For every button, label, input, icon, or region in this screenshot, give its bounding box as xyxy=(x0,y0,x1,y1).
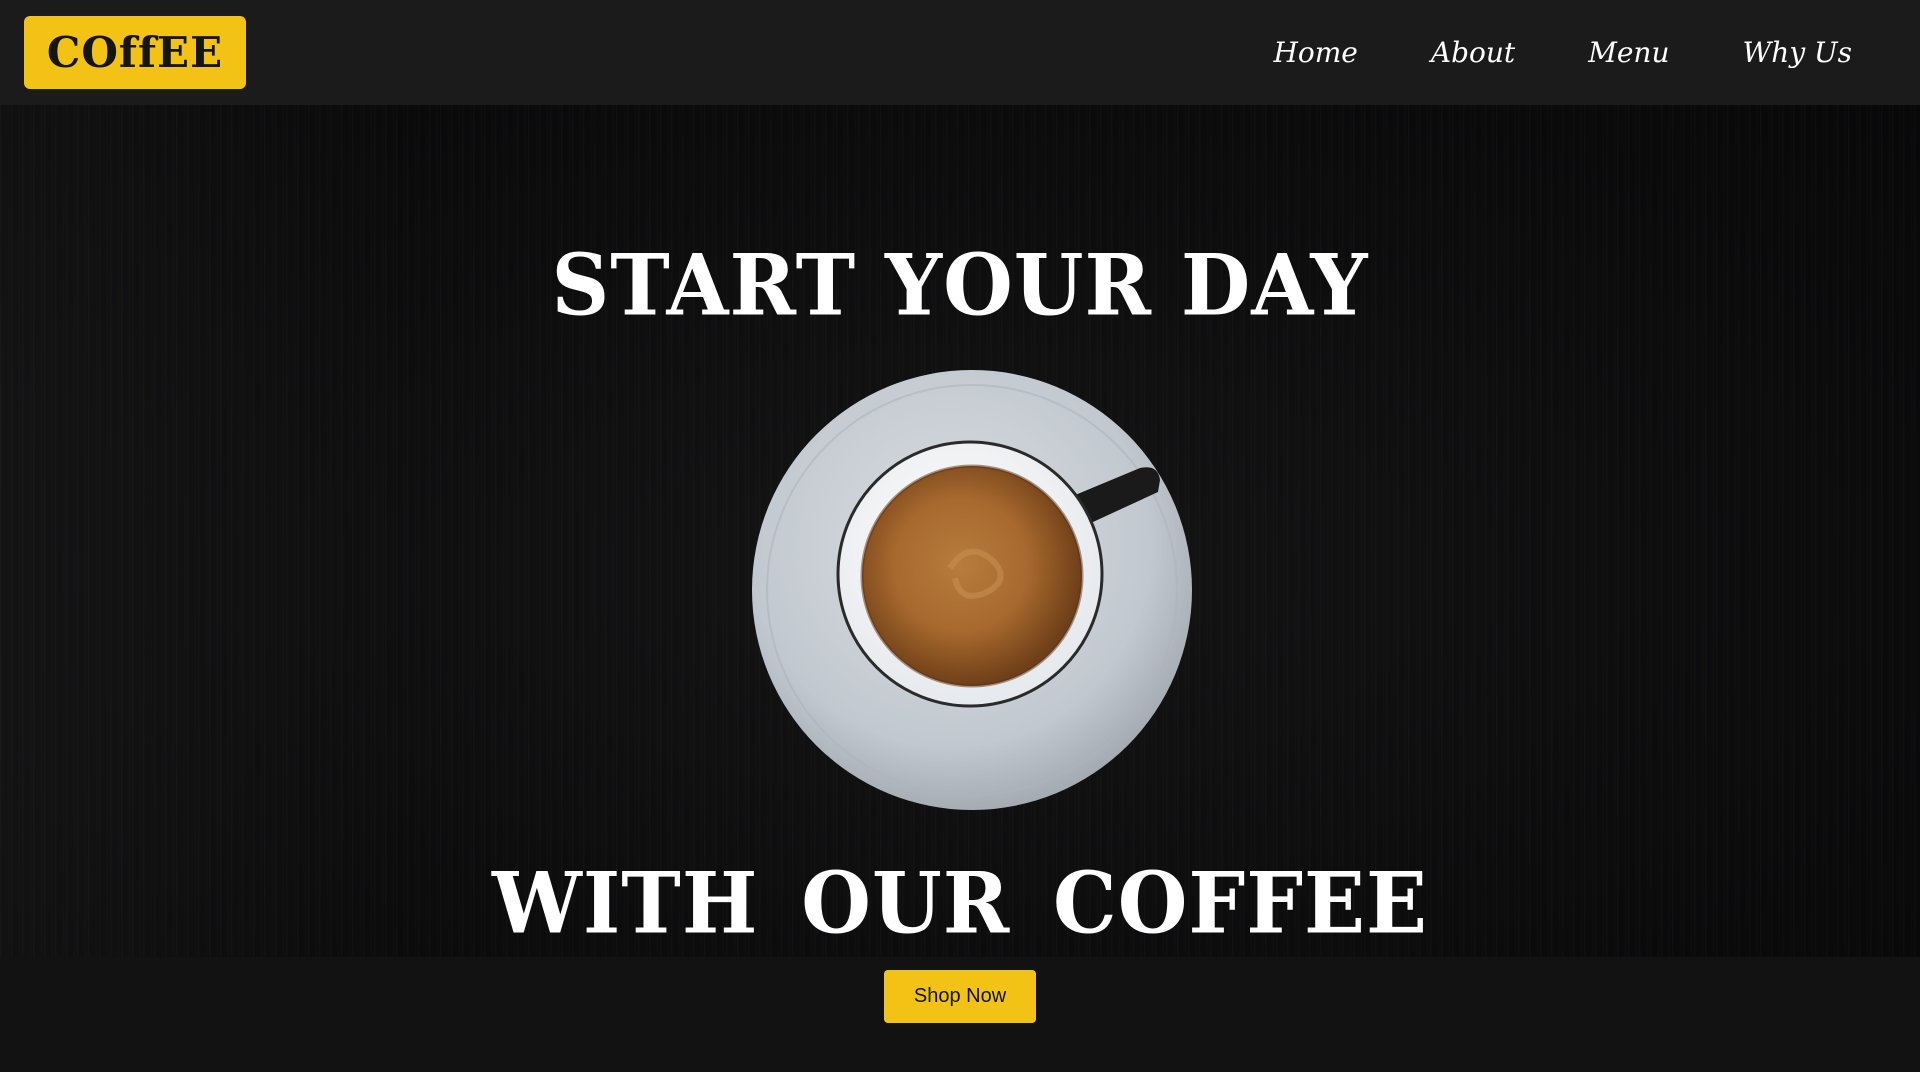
logo[interactable]: COffEE xyxy=(24,16,246,89)
nav-link-about[interactable]: About xyxy=(1431,36,1515,69)
top-navbar: COffEE Home About Menu Why Us xyxy=(0,0,1920,105)
hero-headline-top: START YOUR DAY xyxy=(551,235,1369,335)
hero-headline-bottom: WITH OUR COFFEE xyxy=(492,853,1428,953)
nav-link-why-us[interactable]: Why Us xyxy=(1743,36,1853,69)
main-nav: Home About Menu Why Us xyxy=(1200,36,1852,69)
nav-link-home[interactable]: Home xyxy=(1273,36,1357,69)
nav-link-menu[interactable]: Menu xyxy=(1588,36,1669,69)
shop-now-button[interactable]: Shop Now xyxy=(884,970,1036,1023)
coffee-cup-image xyxy=(740,368,1200,828)
